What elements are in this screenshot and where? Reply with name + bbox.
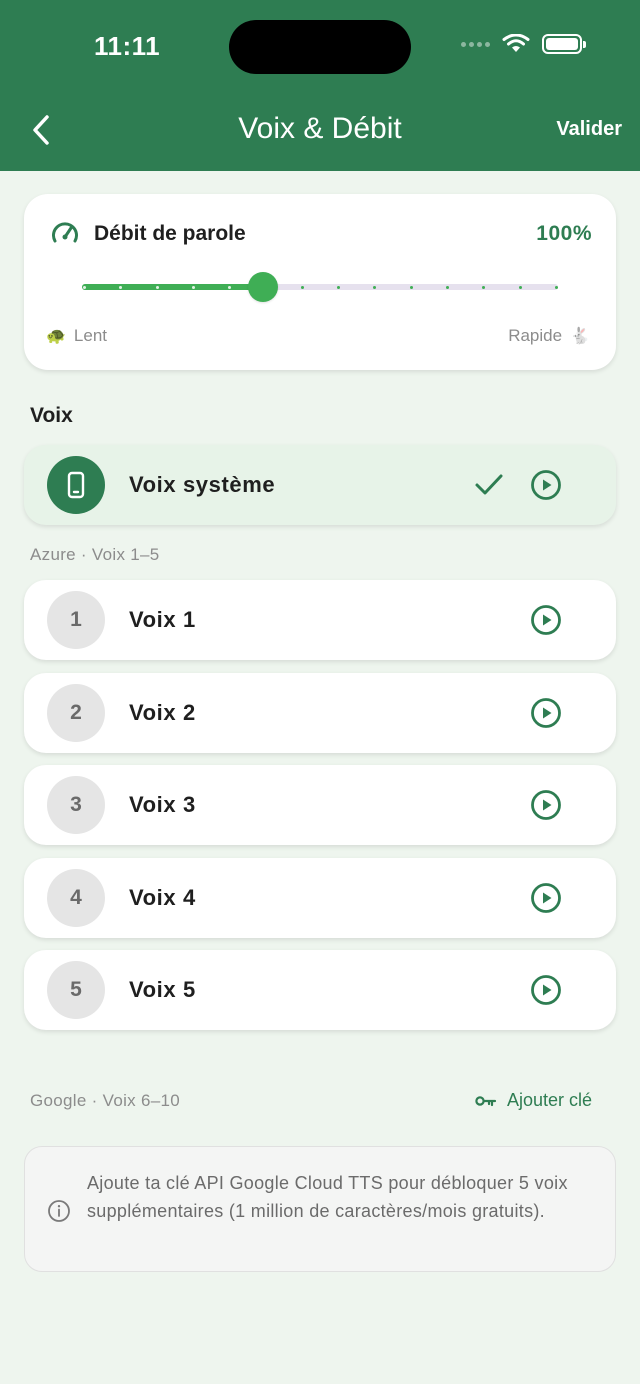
page-title: Voix & Débit — [238, 112, 402, 145]
play-icon[interactable] — [530, 789, 562, 821]
voice-row[interactable]: 4 Voix 4 — [24, 858, 616, 938]
info-icon — [48, 1200, 70, 1222]
voice-row[interactable]: 5 Voix 5 — [24, 950, 616, 1030]
voice-number-badge: 2 — [47, 684, 105, 742]
phone-icon — [67, 471, 85, 499]
azure-group-label: Azure · Voix 1–5 — [30, 545, 160, 564]
voice-name: Voix 5 — [129, 977, 196, 1002]
cellular-signal-icon — [461, 41, 490, 47]
slider-tick — [518, 286, 522, 289]
confirm-button[interactable]: Valider — [556, 118, 622, 141]
wifi-icon — [502, 34, 530, 52]
voices-section-title: Voix — [30, 404, 73, 427]
slider-tick — [446, 286, 450, 289]
google-info-card: Ajoute ta clé API Google Cloud TTS pour … — [24, 1146, 616, 1272]
voice-name: Voix 2 — [129, 700, 196, 725]
speech-rate-value: 100% — [536, 222, 592, 245]
app-header: 11:11 Voix & Débit Valider — [0, 0, 640, 171]
slow-label-text: Lent — [73, 326, 108, 345]
voice-number-badge: 4 — [47, 869, 105, 927]
google-info-text: Ajoute ta clé API Google Cloud TTS pour … — [87, 1173, 568, 1221]
dynamic-island — [229, 20, 411, 74]
fast-label: Rapide 🐇 — [508, 326, 590, 346]
voice-name: Voix 3 — [129, 792, 196, 817]
fast-label-text: Rapide — [508, 326, 563, 345]
add-key-label: Ajouter clé — [506, 1090, 592, 1110]
play-icon[interactable] — [530, 697, 562, 729]
speech-rate-card: Débit de parole 100% 🐢 Lent Rapide 🐇 — [24, 194, 616, 370]
slider-tick — [191, 286, 195, 289]
google-group-label: Google · Voix 6–10 — [30, 1091, 180, 1110]
status-time: 11:11 — [94, 31, 161, 61]
slider-thumb[interactable] — [247, 272, 278, 302]
check-icon — [475, 474, 503, 495]
voice-name: Voix 1 — [129, 607, 196, 632]
slider-tick — [155, 286, 159, 289]
speedometer-icon — [52, 222, 78, 243]
speech-rate-title: Débit de parole — [94, 222, 246, 245]
voice-avatar — [47, 456, 105, 514]
voice-row[interactable]: 2 Voix 2 — [24, 673, 616, 753]
voice-row-system[interactable]: Voix système — [24, 445, 616, 525]
status-icons — [461, 34, 586, 54]
voice-name: Voix système — [129, 472, 276, 497]
voice-row[interactable]: 3 Voix 3 — [24, 765, 616, 845]
slow-label: 🐢 Lent — [46, 326, 107, 346]
voice-number-badge: 3 — [47, 776, 105, 834]
voice-number-badge: 5 — [47, 961, 105, 1019]
slider-tick — [373, 286, 377, 289]
slider-tick — [555, 286, 558, 289]
rabbit-icon: 🐇 — [570, 328, 590, 345]
add-key-button[interactable]: Ajouter clé — [475, 1090, 592, 1111]
slider-tick — [409, 286, 413, 289]
play-icon[interactable] — [530, 974, 562, 1006]
play-icon[interactable] — [530, 882, 562, 914]
voice-number-badge: 1 — [47, 591, 105, 649]
slider-tick — [83, 286, 86, 289]
speech-rate-slider[interactable] — [82, 272, 558, 302]
play-icon[interactable] — [530, 469, 562, 501]
slider-tick — [482, 286, 486, 289]
slider-active-track — [82, 284, 263, 290]
turtle-icon: 🐢 — [46, 328, 66, 345]
voice-name: Voix 4 — [129, 885, 196, 910]
key-icon — [475, 1095, 497, 1106]
slider-tick — [300, 286, 304, 289]
battery-icon — [542, 34, 586, 54]
voice-row[interactable]: 1 Voix 1 — [24, 580, 616, 660]
play-icon[interactable] — [530, 604, 562, 636]
slider-tick — [337, 286, 341, 289]
